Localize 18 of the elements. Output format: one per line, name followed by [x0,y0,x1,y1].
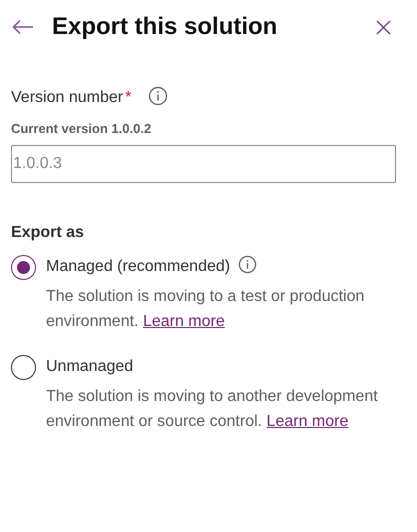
current-version-text: Current version 1.0.0.2 [11,120,152,138]
info-icon[interactable] [148,86,168,106]
field-label: Version number [11,88,124,108]
option-label[interactable]: Unmanaged [46,355,134,379]
section-label: Export as [11,222,85,242]
learn-more-link[interactable]: Learn more [266,412,348,430]
learn-more-link[interactable]: Learn more [142,312,225,330]
option-label[interactable]: Managed (recommended) [46,255,230,279]
version-input-field[interactable]: 1.0.0.3 [11,144,396,182]
option-description: The solution is moving to another development environment or source control. Learn more [46,386,379,432]
info-icon[interactable] [238,255,258,274]
close-icon [376,20,390,34]
back-arrow-icon [12,19,34,35]
option-description: The solution is moving to a test or production environment. Learn more [46,286,366,332]
required-mark: * [125,88,132,108]
radio-button[interactable] [11,354,36,380]
radio-button[interactable] [11,254,36,280]
panel-title: Export this solution [52,12,278,42]
